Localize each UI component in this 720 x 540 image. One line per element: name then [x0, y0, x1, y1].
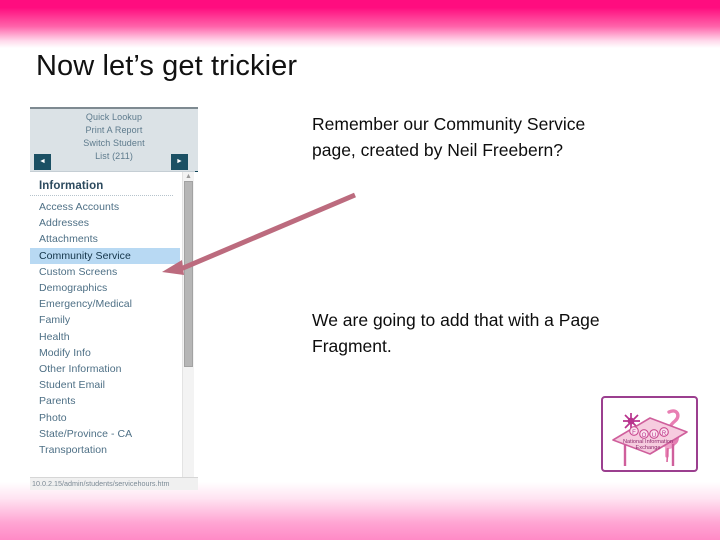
browser-status-bar: 10.0.2.15/admin/students/servicehours.ht… [30, 477, 198, 490]
app-header: Quick Lookup Print A Report Switch Stude… [30, 109, 198, 172]
menu-item-transportation[interactable]: Transportation [30, 442, 180, 458]
menu-item-family[interactable]: Family [30, 312, 180, 328]
scrollbar-thumb[interactable] [184, 181, 193, 367]
callout-text-remember: Remember our Community Service page, cre… [312, 114, 586, 160]
menu-item-parents[interactable]: Parents [30, 393, 180, 409]
menu-item-other-information[interactable]: Other Information [30, 361, 180, 377]
menu-item-state-province-ca[interactable]: State/Province - CA [30, 426, 180, 442]
embedded-app-screenshot: Quick Lookup Print A Report Switch Stude… [30, 107, 198, 490]
information-menu: Information Access Accounts Addresses Atta… [30, 172, 180, 458]
status-bar-url: 10.0.2.15/admin/students/servicehours.ht… [32, 479, 170, 488]
slide-canvas: Now let’s get trickier Remember our Comm… [0, 0, 720, 540]
menu-item-demographics[interactable]: Demographics [30, 280, 180, 296]
menu-item-modify-info[interactable]: Modify Info [30, 345, 180, 361]
link-quick-lookup[interactable]: Quick Lookup [30, 111, 198, 124]
menu-heading-information: Information [30, 179, 173, 196]
menu-item-addresses[interactable]: Addresses [30, 215, 180, 231]
menu-item-health[interactable]: Health [30, 329, 180, 345]
menu-item-attachments[interactable]: Attachments [30, 231, 180, 247]
logo-sign-letter-r: R [662, 431, 667, 437]
next-student-button[interactable]: ► [171, 154, 188, 170]
menu-item-emergency-medical[interactable]: Emergency/Medical [30, 296, 180, 312]
callout-text-page-fragment: We are going to add that with a Page Fra… [312, 310, 600, 356]
menu-item-photo[interactable]: Photo [30, 410, 180, 426]
link-print-a-report[interactable]: Print A Report [30, 124, 198, 137]
link-switch-student[interactable]: Switch Student [30, 137, 198, 150]
prev-student-button[interactable]: ◄ [34, 154, 51, 170]
logo-sign-letter-f: F [632, 430, 636, 436]
menu-item-community-service[interactable]: Community Service [30, 247, 180, 264]
logo-artwork: F O U R National Information Exchange [612, 409, 688, 466]
menu-item-list: Access Accounts Addresses Attachments Commu… [30, 199, 180, 458]
bottom-gradient-band [0, 482, 720, 540]
logo-text-line2: Exchange [636, 445, 661, 451]
menu-item-access-accounts[interactable]: Access Accounts [30, 199, 180, 215]
top-gradient-band [0, 0, 720, 48]
page-title: Now let’s get trickier [36, 50, 298, 82]
scroll-up-arrow-icon[interactable]: ▲ [184, 173, 193, 181]
scrollbar[interactable]: ▲ [182, 172, 194, 490]
logo-national-information-exchange: F O U R National Information Exchange [601, 396, 698, 472]
menu-item-custom-screens[interactable]: Custom Screens [30, 264, 180, 280]
app-body: Information Access Accounts Addresses Atta… [30, 172, 198, 490]
menu-item-student-email[interactable]: Student Email [30, 377, 180, 393]
